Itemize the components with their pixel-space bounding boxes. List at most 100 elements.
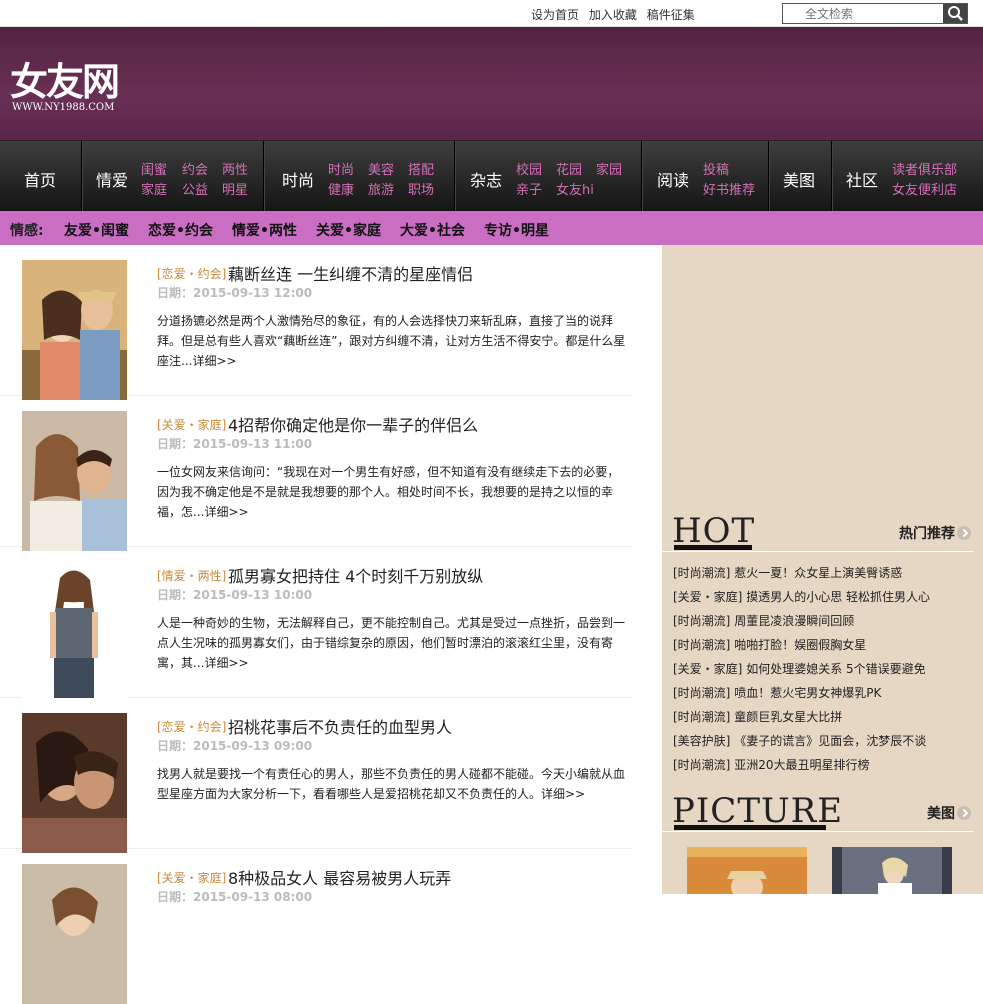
nav-sub-fashion-travel[interactable]: 旅游 [368, 179, 394, 198]
list-item[interactable]: [时尚潮流] 周董昆凌浪漫瞬间回顾 [673, 613, 930, 637]
subnav-item-bestie[interactable]: 友爱•闺蜜 [64, 220, 129, 240]
nav-sub-fashion-career[interactable]: 职场 [408, 179, 434, 198]
hot-more-link[interactable]: 热门推荐 [899, 523, 971, 543]
article-title[interactable]: 孤男寡女把持住 4个时刻千万别放纵 [228, 563, 483, 587]
article-date: 日期：2015-09-13 11:00 [157, 437, 313, 451]
add-bookmark-link[interactable]: 加入收藏 [589, 8, 637, 22]
nav-group-love: 情爱 闺蜜 约会 两性 家庭 公益 明星 [82, 141, 264, 211]
article-summary: 人是一种奇妙的生物，无法解释自己，更不能控制自己。尤其是受过一点挫折，品尝到一点… [157, 613, 627, 673]
nav-sub-love-star[interactable]: 明星 [222, 179, 248, 198]
picture-thumbnail[interactable] [832, 847, 952, 894]
picture-more-link[interactable]: 美图 [927, 803, 971, 823]
subnav-item-sex[interactable]: 情爱•两性 [232, 220, 297, 240]
list-item[interactable]: [时尚潮流] 亚洲20大最丑明星排行榜 [673, 757, 930, 781]
nav-sub-mag-parenting[interactable]: 亲子 [516, 179, 542, 198]
nav-sub-mag-hi[interactable]: 女友hi [556, 179, 594, 198]
article-title[interactable]: 4招帮你确定他是你一辈子的伴侣么 [228, 412, 478, 436]
search-icon [948, 6, 963, 21]
nav-group-reading: 阅读 投稿 好书推荐 [642, 141, 769, 211]
read-more-link[interactable]: 详细>> [204, 656, 248, 670]
hot-item-text: 啪啪打脸！娱圈假胸女星 [734, 638, 867, 652]
article-thumbnail[interactable] [22, 864, 127, 1004]
hot-item-tag: [美容护肤] [673, 734, 731, 748]
nav-sub-mag-home[interactable]: 家园 [596, 159, 622, 178]
article-date: 日期：2015-09-13 12:00 [157, 286, 313, 300]
nav-sub-love-bestie[interactable]: 闺蜜 [141, 159, 167, 178]
hot-item-text: 亚洲20大最丑明星排行榜 [734, 758, 870, 772]
article-tag[interactable]: [关爱・家庭] [157, 416, 226, 433]
nav-sub-fashion-outfit[interactable]: 搭配 [408, 159, 434, 178]
sub-nav: 情感: 友爱•闺蜜 恋爱•约会 情爱•两性 关爱•家庭 大爱•社会 专访•明星 [0, 211, 983, 255]
article-thumbnail[interactable] [22, 713, 127, 853]
list-item[interactable]: [关爱・家庭] 如何处理婆媳关系 5个错误要避免 [673, 661, 930, 685]
article-date: 日期：2015-09-13 10:00 [157, 588, 313, 602]
article-title[interactable]: 藕断丝连 一生纠缠不清的星座情侣 [228, 261, 473, 285]
search-input[interactable] [783, 4, 943, 23]
site-logo[interactable]: 女友网 WWW.NY1988.COM [10, 62, 120, 114]
article-summary: 一位女网友来信询问：“我现在对一个男生有好感，但不知道有没有继续走下去的必要，因… [157, 462, 627, 522]
picture-thumbnail[interactable] [687, 847, 807, 894]
hot-item-tag: [时尚潮流] [673, 638, 731, 652]
list-item[interactable]: [时尚潮流] 惹火一夏！众女星上演美臀诱惑 [673, 565, 930, 589]
nav-sub-mag-campus[interactable]: 校园 [516, 159, 542, 178]
nav-group-magazine: 杂志 校园 花园 家园 亲子 女友hi [455, 141, 642, 211]
read-more-link[interactable]: 详细>> [204, 505, 248, 519]
hot-item-tag: [时尚潮流] [673, 566, 731, 580]
nav-sub-read-submit[interactable]: 投稿 [703, 159, 729, 178]
set-homepage-link[interactable]: 设为首页 [531, 8, 579, 22]
article-thumbnail[interactable] [22, 411, 127, 551]
nav-photos[interactable]: 美图 [783, 167, 815, 191]
hot-item-tag: [时尚潮流] [673, 710, 731, 724]
subnav-item-society[interactable]: 大爱•社会 [400, 220, 465, 240]
article-date: 日期：2015-09-13 08:00 [157, 890, 313, 904]
subnav-item-star[interactable]: 专访•明星 [484, 220, 549, 240]
nav-community[interactable]: 社区 [846, 167, 878, 191]
list-item[interactable]: [美容护肤] 《妻子的谎言》见面会，沈梦辰不谈 [673, 733, 930, 757]
nav-sub-fashion-health[interactable]: 健康 [328, 179, 354, 198]
article-thumbnail[interactable] [22, 260, 127, 400]
article-thumbnail[interactable] [22, 562, 127, 702]
nav-sub-fashion-beauty[interactable]: 美容 [368, 159, 394, 178]
nav-reading[interactable]: 阅读 [657, 167, 689, 191]
article-title[interactable]: 8种极品女人 最容易被男人玩弄 [228, 865, 451, 889]
nav-sub-club[interactable]: 读者俱乐部 [892, 159, 957, 178]
nav-sub-love-charity[interactable]: 公益 [182, 179, 208, 198]
list-item[interactable]: [时尚潮流] 啪啪打脸！娱圈假胸女星 [673, 637, 930, 661]
subnav-item-date[interactable]: 恋爱•约会 [148, 220, 213, 240]
list-item[interactable]: [关爱・家庭] 摸透男人的小心思 轻松抓住男人心 [673, 589, 930, 613]
article-date: 日期：2015-09-13 09:00 [157, 739, 313, 753]
nav-magazine[interactable]: 杂志 [470, 167, 502, 191]
logo-url: WWW.NY1988.COM [12, 102, 115, 113]
article-tag[interactable]: [恋爱・约会] [157, 265, 226, 282]
article-summary: 分道扬镳必然是两个人激情殆尽的象征，有的人会选择快刀来斩乱麻，直接了当的说拜拜。… [157, 311, 627, 371]
article-tag[interactable]: [关爱・家庭] [157, 869, 226, 886]
hot-item-text: 周董昆凌浪漫瞬间回顾 [734, 614, 855, 628]
nav-sub-mag-garden[interactable]: 花园 [556, 159, 582, 178]
read-more-link[interactable]: 详细>> [541, 787, 585, 801]
hot-item-text: 摸透男人的小心思 轻松抓住男人心 [746, 590, 931, 604]
hot-item-tag: [关爱・家庭] [673, 662, 743, 676]
list-item[interactable]: [时尚潮流] 喷血！惹火宅男女神爆乳PK [673, 685, 930, 709]
subnav-lead: 情感: [10, 223, 44, 239]
chevron-right-icon [957, 526, 971, 540]
nav-group-fashion: 时尚 时尚 美容 搭配 健康 旅游 职场 [264, 141, 455, 211]
nav-home[interactable]: 首页 [24, 167, 56, 191]
nav-sub-love-date[interactable]: 约会 [182, 159, 208, 178]
article-item: [情爱・两性] 孤男寡女把持住 4个时刻千万别放纵 日期：2015-09-13 … [0, 547, 632, 702]
article-tag[interactable]: [恋爱・约会] [157, 718, 226, 735]
nav-sub-store[interactable]: 女友便利店 [892, 179, 957, 198]
subnav-item-family[interactable]: 关爱•家庭 [316, 220, 381, 240]
list-item[interactable]: [时尚潮流] 童颜巨乳女星大比拼 [673, 709, 930, 733]
nav-love[interactable]: 情爱 [96, 167, 128, 191]
nav-sub-love-family[interactable]: 家庭 [141, 179, 167, 198]
nav-fashion[interactable]: 时尚 [282, 167, 314, 191]
submissions-link[interactable]: 稿件征集 [647, 8, 695, 22]
nav-sub-love-sex[interactable]: 两性 [222, 159, 248, 178]
nav-sub-fashion-trend[interactable]: 时尚 [328, 159, 354, 178]
read-more-link[interactable]: 详细>> [192, 354, 236, 368]
search-button[interactable] [943, 4, 967, 23]
article-tag[interactable]: [情爱・两性] [157, 567, 226, 584]
article-title[interactable]: 招桃花事后不负责任的血型男人 [228, 714, 452, 738]
nav-group-community: 社区 读者俱乐部 女友便利店 [832, 141, 983, 211]
nav-sub-read-books[interactable]: 好书推荐 [703, 179, 755, 198]
